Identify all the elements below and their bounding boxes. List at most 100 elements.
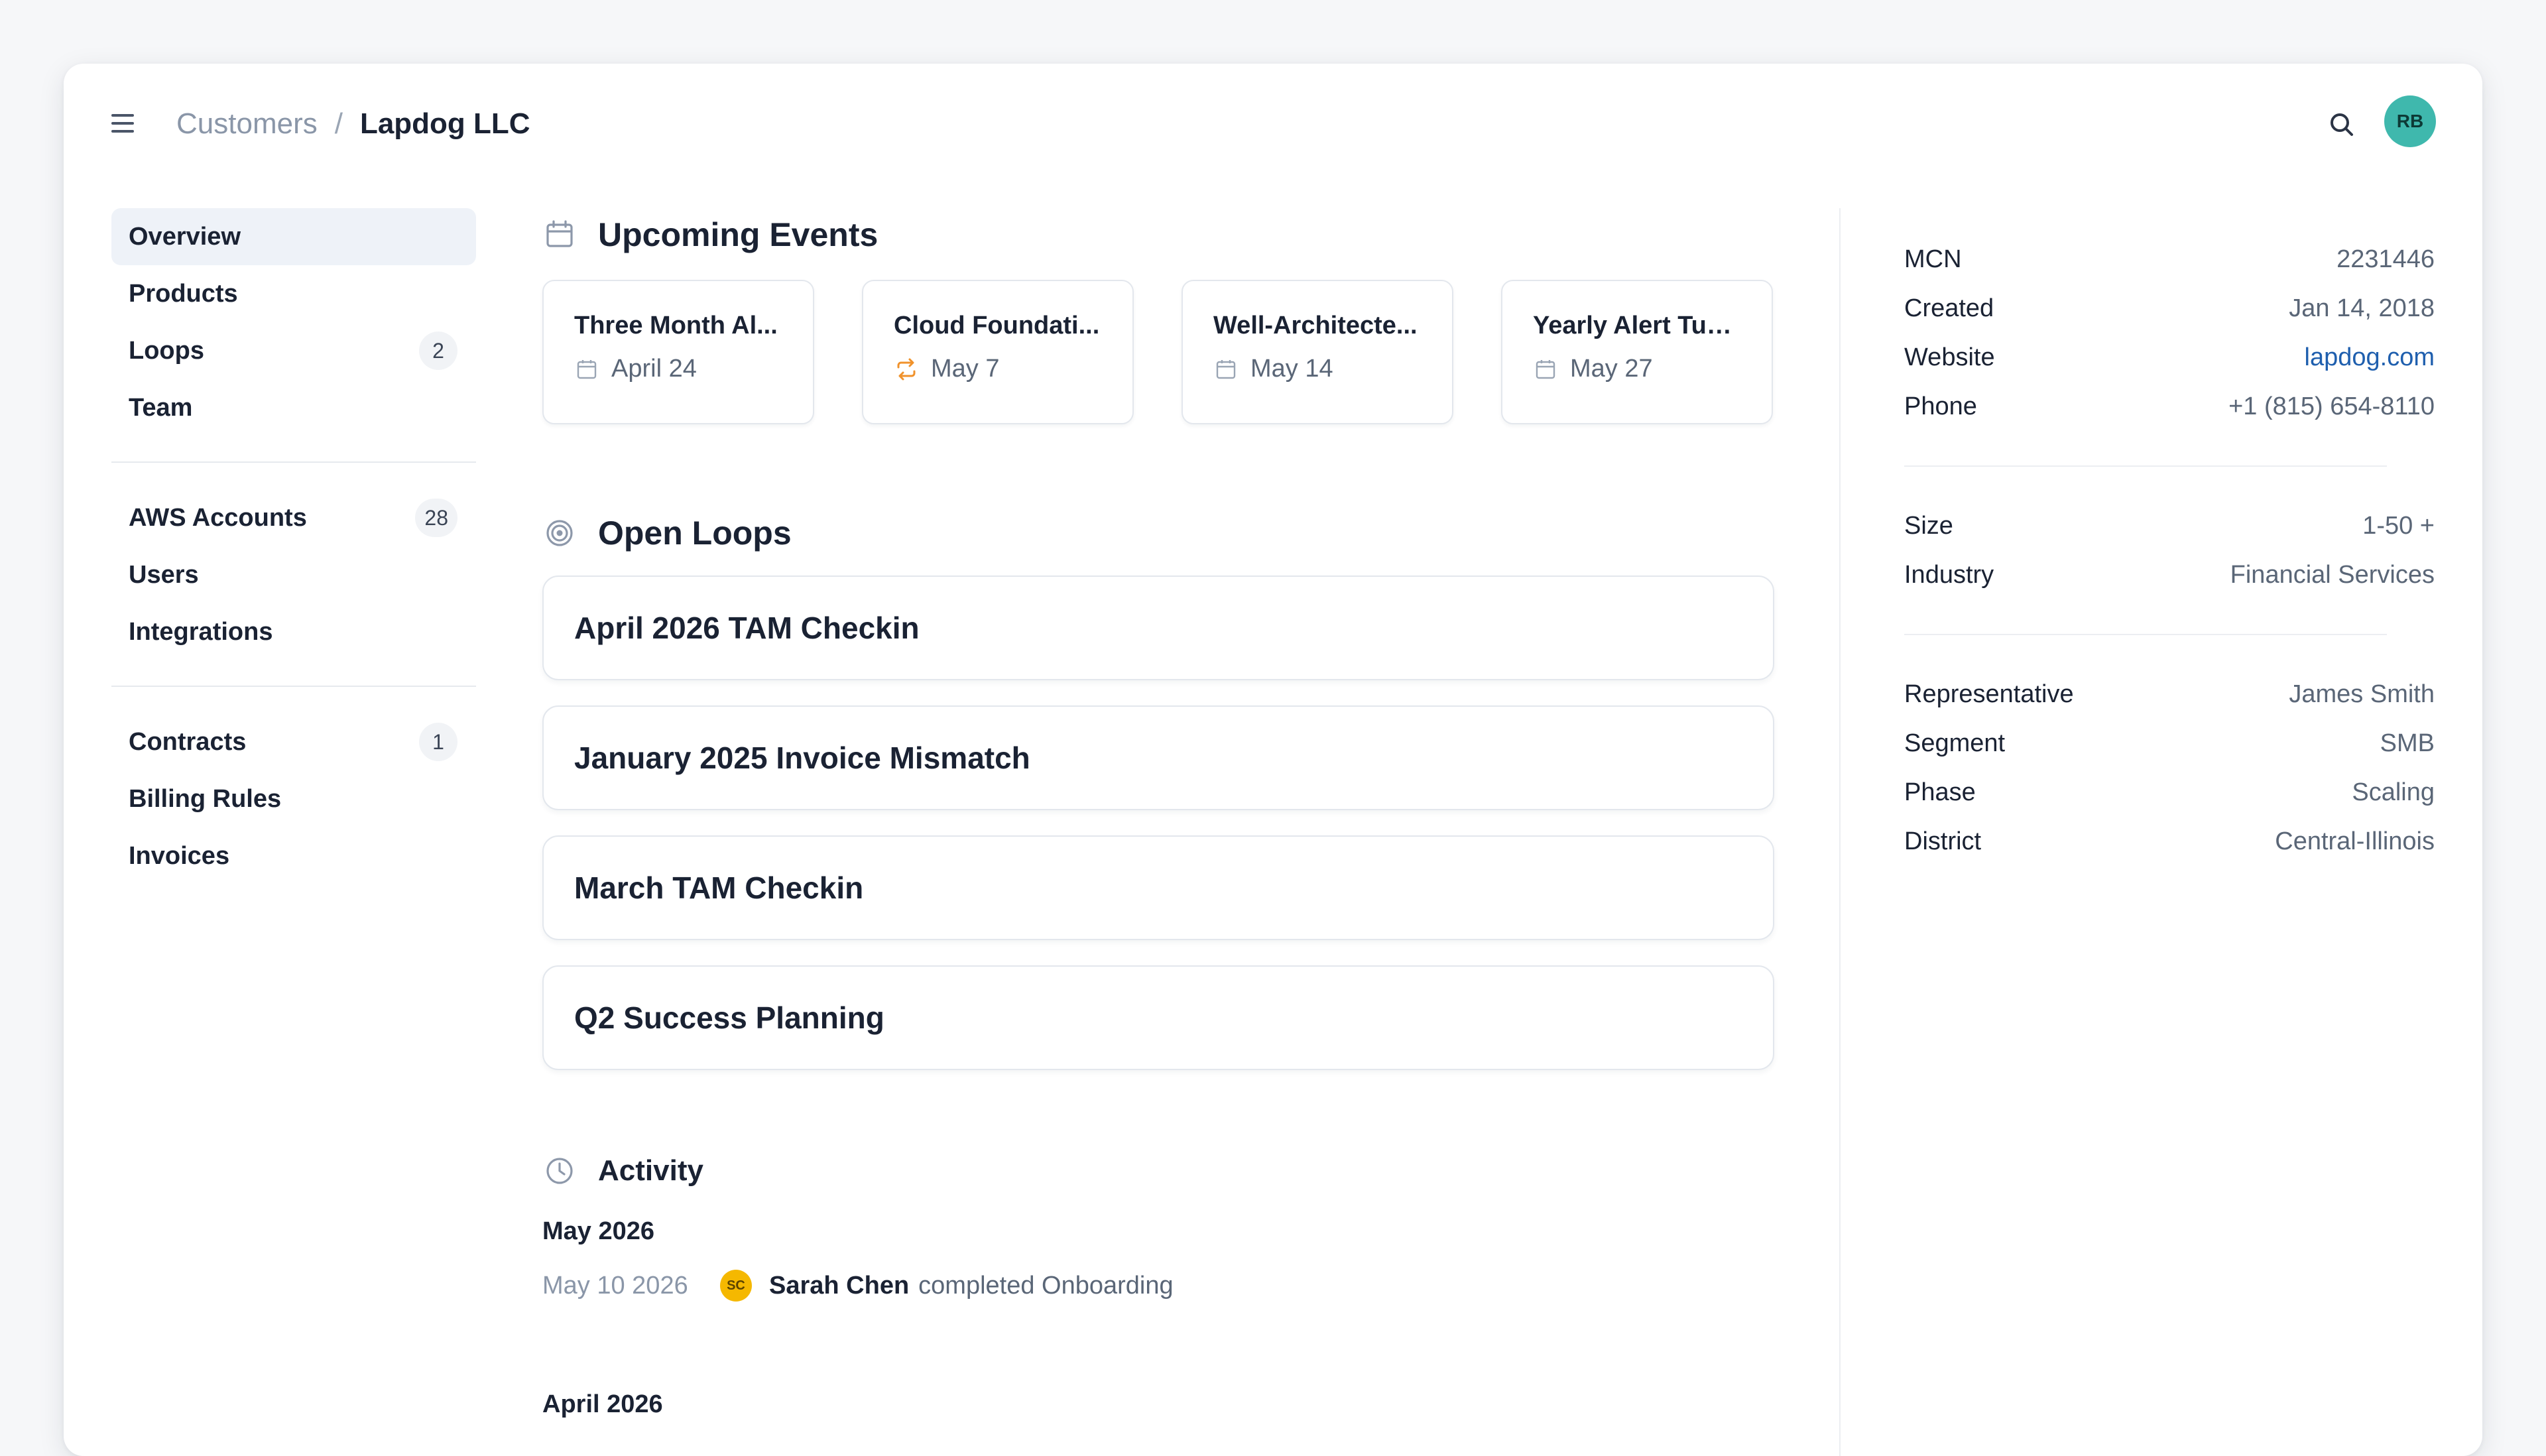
section-title: Activity xyxy=(598,1154,703,1187)
details-section-ids: MCN 2231446 Created Jan 14, 2018 Website… xyxy=(1841,208,2482,866)
loop-card[interactable]: April 2026 TAM Checkin xyxy=(542,576,1774,680)
sidebar-item-products[interactable]: Products xyxy=(111,265,476,322)
main-content: Upcoming Events Three Month Al... April … xyxy=(542,208,1776,1419)
event-card[interactable]: Three Month Al... April 24 xyxy=(542,280,814,424)
event-title: Cloud Foundati... xyxy=(894,312,1100,339)
count-badge: 28 xyxy=(415,499,457,537)
events-row: Three Month Al... April 24 Cloud Foundat… xyxy=(542,280,1776,424)
detail-value: 2231446 xyxy=(2336,245,2435,273)
detail-label: Website xyxy=(1904,343,1995,371)
loop-card[interactable]: March TAM Checkin xyxy=(542,835,1774,940)
calendar-icon xyxy=(542,217,577,252)
detail-row-phase: Phase Scaling xyxy=(1904,768,2435,817)
menu-icon[interactable] xyxy=(111,107,143,139)
menu-line xyxy=(111,114,134,117)
detail-value: Financial Services xyxy=(2230,560,2435,589)
activity-user[interactable]: Sarah Chen xyxy=(769,1272,909,1300)
detail-label: Industry xyxy=(1904,560,1994,589)
detail-value: Central-Illinois xyxy=(2275,827,2435,855)
calendar-icon xyxy=(1213,357,1239,382)
menu-line xyxy=(111,130,134,133)
detail-label: Size xyxy=(1904,511,1953,540)
calendar-icon xyxy=(574,357,599,382)
detail-value: 1-50 + xyxy=(2362,511,2435,540)
loop-card[interactable]: Q2 Success Planning xyxy=(542,965,1774,1070)
detail-value: +1 (815) 654-8110 xyxy=(2228,392,2435,420)
sidebar-item-integrations[interactable]: Integrations xyxy=(111,603,476,660)
sidebar-item-contracts[interactable]: Contracts 1 xyxy=(111,713,476,770)
clock-icon xyxy=(542,1154,577,1188)
sidebar-item-team[interactable]: Team xyxy=(111,379,476,436)
event-date: May 27 xyxy=(1570,355,1653,383)
activity-entry: May 10 2026 SC Sarah Chen completed Onbo… xyxy=(542,1259,1776,1312)
event-date-row: May 7 xyxy=(894,355,1102,383)
app-window: Customers / Lapdog LLC RB Overview Produ… xyxy=(64,64,2482,1456)
activity-month: May 2026 xyxy=(542,1217,655,1245)
detail-value: Jan 14, 2018 xyxy=(2289,294,2435,322)
detail-label: Representative xyxy=(1904,680,2074,708)
activity-text: completed Onboarding xyxy=(918,1271,1174,1300)
sidebar-item-label: Overview xyxy=(129,222,241,251)
sidebar-nav: Overview Products Loops 2 Team AWS Accou… xyxy=(111,208,476,884)
detail-label: Segment xyxy=(1904,729,2006,757)
event-card[interactable]: Cloud Foundati... May 7 xyxy=(862,280,1134,424)
breadcrumb-customers[interactable]: Customers xyxy=(176,107,318,141)
sidebar-item-loops[interactable]: Loops 2 xyxy=(111,322,476,379)
event-date: April 24 xyxy=(611,355,697,383)
event-card[interactable]: Yearly Alert Tun... May 27 xyxy=(1501,280,1773,424)
search-icon[interactable] xyxy=(2325,107,2359,142)
upcoming-events-header: Upcoming Events xyxy=(542,208,1776,261)
detail-value: Scaling xyxy=(2352,778,2435,806)
detail-label: Phone xyxy=(1904,392,1977,420)
event-title: Well-Architecte... xyxy=(1213,312,1418,339)
sidebar-item-aws-accounts[interactable]: AWS Accounts 28 xyxy=(111,489,476,546)
detail-label: Created xyxy=(1904,294,1994,322)
website-link[interactable]: lapdog.com xyxy=(2305,343,2435,372)
sidebar-item-billing-rules[interactable]: Billing Rules xyxy=(111,770,476,827)
detail-row-mcn: MCN 2231446 xyxy=(1904,235,2435,284)
loop-card[interactable]: January 2025 Invoice Mismatch xyxy=(542,705,1774,810)
target-icon xyxy=(542,516,577,550)
detail-label: Phase xyxy=(1904,778,1976,806)
calendar-icon xyxy=(1533,357,1558,382)
sidebar-item-overview[interactable]: Overview xyxy=(111,208,476,265)
sidebar-item-label: Products xyxy=(129,279,238,308)
activity-date: May 10 2026 xyxy=(542,1271,688,1300)
detail-value: James Smith xyxy=(2289,680,2435,708)
sidebar-item-invoices[interactable]: Invoices xyxy=(111,827,476,884)
count-badge: 2 xyxy=(419,332,457,370)
detail-row-size: Size 1-50 + xyxy=(1904,501,2435,550)
sidebar-divider xyxy=(111,461,476,463)
avatar: SC xyxy=(720,1270,752,1302)
section-title: Upcoming Events xyxy=(598,216,879,253)
detail-value: SMB xyxy=(2380,729,2435,757)
event-card[interactable]: Well-Architecte... May 14 xyxy=(1182,280,1453,424)
sidebar-item-users[interactable]: Users xyxy=(111,546,476,603)
loops-list: April 2026 TAM Checkin January 2025 Invo… xyxy=(542,576,1776,1070)
sidebar-item-label: Loops xyxy=(129,336,204,365)
detail-row-representative: Representative James Smith xyxy=(1904,670,2435,719)
breadcrumb-separator: / xyxy=(334,107,343,140)
detail-label: MCN xyxy=(1904,245,1962,273)
event-title: Three Month Al... xyxy=(574,312,778,339)
event-title: Yearly Alert Tun... xyxy=(1533,312,1741,339)
repeat-icon xyxy=(894,357,919,382)
sidebar-item-label: Invoices xyxy=(129,841,230,870)
details-divider xyxy=(1904,465,2387,467)
activity-header: Activity xyxy=(542,1144,1776,1197)
event-date-row: April 24 xyxy=(574,355,782,383)
top-bar: Customers / Lapdog LLC RB xyxy=(64,64,2482,180)
open-loops-header: Open Loops xyxy=(542,507,1776,560)
detail-label: District xyxy=(1904,827,1982,855)
sidebar-item-label: AWS Accounts xyxy=(129,503,307,532)
menu-line xyxy=(111,122,134,125)
detail-row-website: Website lapdog.com xyxy=(1904,333,2435,382)
detail-row-district: District Central-Illinois xyxy=(1904,817,2435,866)
detail-row-created: Created Jan 14, 2018 xyxy=(1904,284,2435,333)
event-date: May 7 xyxy=(931,355,1000,383)
sidebar-divider xyxy=(111,686,476,687)
user-avatar[interactable]: RB xyxy=(2384,95,2436,147)
sidebar-item-label: Integrations xyxy=(129,617,273,646)
detail-row-segment: Segment SMB xyxy=(1904,719,2435,768)
sidebar-item-label: Contracts xyxy=(129,727,247,756)
